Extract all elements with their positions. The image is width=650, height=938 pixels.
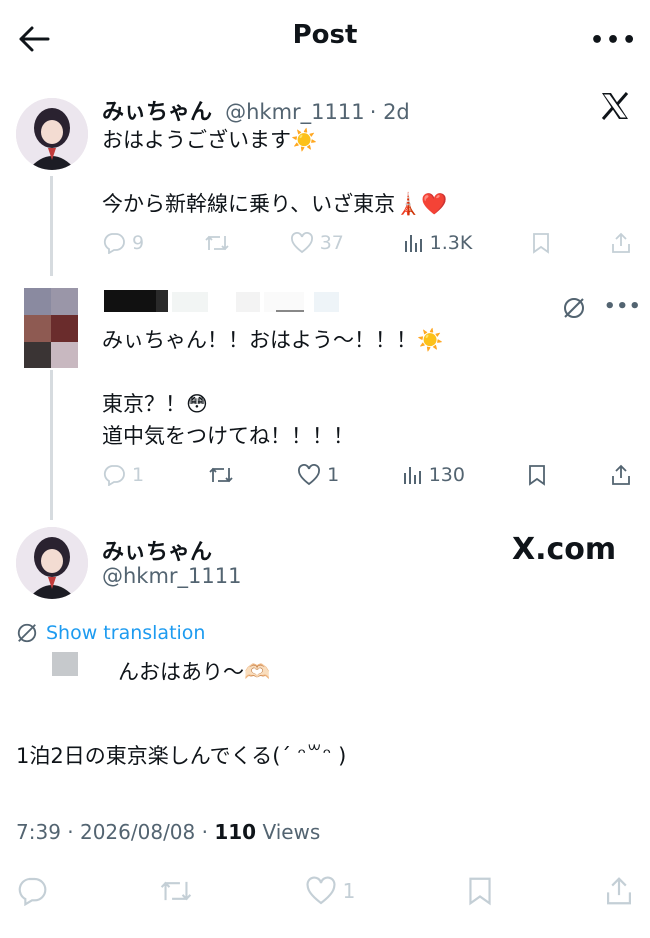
repost-icon: [208, 467, 233, 483]
views-count: 110: [214, 820, 257, 844]
thread-line: [50, 176, 53, 276]
repost-icon: [205, 235, 229, 251]
main-text-line-1: んおはあり〜🫶🏻: [118, 660, 271, 684]
main-bookmark-button[interactable]: [467, 876, 493, 906]
top-bar: Post •••: [0, 0, 650, 80]
repost-button[interactable]: [204, 232, 230, 254]
post-header: みぃちゃん @hkmr_1111 · 2d: [102, 94, 410, 126]
reply-count: 1: [132, 464, 145, 486]
translate-icon[interactable]: [562, 296, 586, 324]
avatar-image: [16, 98, 88, 170]
reply-views-button[interactable]: 130: [403, 464, 465, 486]
like-count: 37: [319, 232, 344, 254]
share-icon: [606, 877, 631, 905]
main-like-button[interactable]: 1: [305, 876, 356, 906]
reply-share-button[interactable]: [610, 464, 632, 486]
reply-icon: [103, 465, 125, 486]
blurred-name[interactable]: [104, 290, 339, 314]
like-count: 1: [327, 464, 340, 486]
pixelated-name-image: [104, 290, 339, 312]
post-time[interactable]: · 2d: [370, 100, 410, 124]
reply-icon: [18, 877, 47, 906]
display-name[interactable]: みぃちゃん: [102, 534, 212, 566]
translate-icon: [17, 623, 37, 643]
like-count: 1: [342, 879, 356, 903]
heart-icon: [306, 876, 336, 905]
show-translation-link[interactable]: Show translation: [16, 622, 205, 644]
reply-repost-button[interactable]: [208, 464, 234, 486]
blurred-sticker: [52, 652, 78, 676]
views-count: 130: [428, 464, 465, 486]
reply-bookmark-button[interactable]: [528, 464, 546, 486]
page-title: Post: [292, 20, 358, 50]
user-handle[interactable]: @hkmr_1111: [102, 564, 242, 588]
reply-reply-button[interactable]: 1: [102, 464, 144, 486]
avatar[interactable]: [16, 527, 88, 599]
post-timestamp[interactable]: 7:39 · 2026/08/08 ·: [16, 820, 208, 844]
main-text-line-2: 1泊2日の東京楽しんでくる(ˊ ᵔ꒳ᵔ ): [16, 744, 347, 768]
blurred-avatar[interactable]: [24, 288, 78, 368]
share-icon: [612, 464, 630, 485]
reply-like-button[interactable]: 1: [297, 464, 339, 486]
views-count: 1.3K: [429, 232, 473, 254]
user-handle[interactable]: @hkmr_1111: [225, 100, 365, 124]
reply-text: みぃちゃん！！おはよう〜！！！☀️ 東京？！😳 道中気をつけてね！！！！: [102, 328, 444, 448]
display-name[interactable]: みぃちゃん: [102, 100, 212, 125]
reply-icon: [103, 233, 125, 254]
post-meta: 7:39 · 2026/08/08 · 110 Views: [16, 820, 320, 844]
main-actions: 1: [16, 876, 634, 906]
reply-button[interactable]: 9: [102, 232, 144, 254]
avatar-image: [16, 527, 88, 599]
main-share-button[interactable]: [604, 876, 634, 906]
like-button[interactable]: 37: [290, 232, 344, 254]
views-chart-icon: [403, 467, 421, 484]
show-translation-label: Show translation: [46, 622, 206, 644]
thread-line: [50, 370, 53, 520]
bookmark-button[interactable]: [532, 232, 550, 254]
reply-count: 9: [132, 232, 145, 254]
heart-icon: [298, 464, 321, 486]
bookmark-icon: [529, 465, 546, 486]
post-text: おはようございます☀️ 今から新幹線に乗り、いざ東京🗼❤️: [102, 128, 448, 216]
x-com-watermark: X.com: [512, 532, 617, 567]
main-repost-button[interactable]: [159, 876, 193, 906]
post-actions: 9 37 1.3K: [102, 232, 632, 254]
views-button[interactable]: 1.3K: [404, 232, 473, 254]
share-icon: [612, 232, 630, 253]
views-chart-icon: [404, 235, 422, 252]
reply-actions: 1 1 130: [102, 464, 632, 486]
avatar[interactable]: [16, 98, 88, 170]
views-label: Views: [262, 820, 321, 844]
more-options-icon[interactable]: •••: [590, 28, 636, 53]
share-button[interactable]: [610, 232, 632, 254]
bookmark-icon: [469, 877, 491, 906]
pixelated-avatar-image: [24, 288, 78, 368]
reply-more-icon[interactable]: •••: [604, 296, 642, 317]
heart-icon: [290, 232, 313, 254]
repost-icon: [161, 881, 192, 901]
main-reply-button[interactable]: [16, 876, 48, 906]
bookmark-icon: [533, 233, 550, 254]
